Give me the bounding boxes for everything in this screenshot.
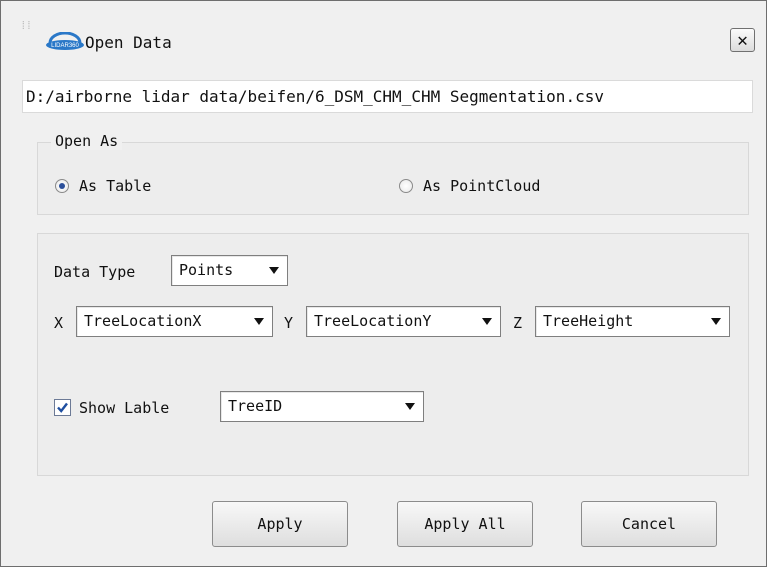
title-bar[interactable]: ⁞⁞ LIDAR360 Open Data ✕ xyxy=(1,1,766,73)
radio-as-table-indicator[interactable] xyxy=(55,179,69,193)
label-field-value: TreeID xyxy=(228,397,283,415)
close-icon: ✕ xyxy=(737,29,748,51)
drag-grip-icon: ⁞⁞ xyxy=(20,19,32,32)
radio-as-table-label: As Table xyxy=(79,177,152,195)
apply-button[interactable]: Apply xyxy=(212,501,348,547)
x-field-value: TreeLocationX xyxy=(84,312,202,330)
radio-as-pointcloud[interactable]: As PointCloud xyxy=(399,177,540,195)
close-button[interactable]: ✕ xyxy=(730,28,755,52)
data-type-value: Points xyxy=(179,261,234,279)
data-type-select[interactable]: Points xyxy=(171,255,288,286)
checkmark-icon xyxy=(57,402,68,413)
label-field-select[interactable]: TreeID xyxy=(220,391,424,422)
y-label: Y xyxy=(284,314,294,332)
radio-as-table[interactable]: As Table xyxy=(55,177,151,195)
lidar-app-icon: LIDAR360 xyxy=(46,32,84,50)
chevron-down-icon xyxy=(482,318,492,325)
cancel-button-label: Cancel xyxy=(621,515,677,533)
y-field-value: TreeLocationY xyxy=(314,312,432,330)
radio-as-pointcloud-label: As PointCloud xyxy=(423,177,541,195)
cancel-button[interactable]: Cancel xyxy=(581,501,717,547)
x-field-select[interactable]: TreeLocationX xyxy=(76,306,273,337)
show-label-text: Show Lable xyxy=(79,399,170,417)
chevron-down-icon xyxy=(711,318,721,325)
file-path-field[interactable]: D:/airborne lidar data/beifen/6_DSM_CHM_… xyxy=(22,80,753,113)
y-field-select[interactable]: TreeLocationY xyxy=(306,306,501,337)
open-data-dialog: ⁞⁞ LIDAR360 Open Data ✕ D:/airborne lida… xyxy=(0,0,767,567)
dialog-title: Open Data xyxy=(85,33,172,52)
apply-button-label: Apply xyxy=(257,515,303,533)
open-as-legend: Open As xyxy=(51,132,123,150)
z-label: Z xyxy=(513,314,523,332)
chevron-down-icon xyxy=(269,267,279,274)
data-settings-group xyxy=(37,233,749,476)
radio-as-pointcloud-indicator[interactable] xyxy=(399,179,413,193)
svg-text:LIDAR360: LIDAR360 xyxy=(51,43,79,49)
z-field-value: TreeHeight xyxy=(543,312,634,330)
apply-all-button-label: Apply All xyxy=(424,515,506,533)
chevron-down-icon xyxy=(405,403,415,410)
apply-all-button[interactable]: Apply All xyxy=(397,501,533,547)
z-field-select[interactable]: TreeHeight xyxy=(535,306,730,337)
data-type-label: Data Type xyxy=(54,263,136,281)
show-label-checkbox[interactable] xyxy=(54,399,71,416)
chevron-down-icon xyxy=(254,318,264,325)
x-label: X xyxy=(54,314,64,332)
